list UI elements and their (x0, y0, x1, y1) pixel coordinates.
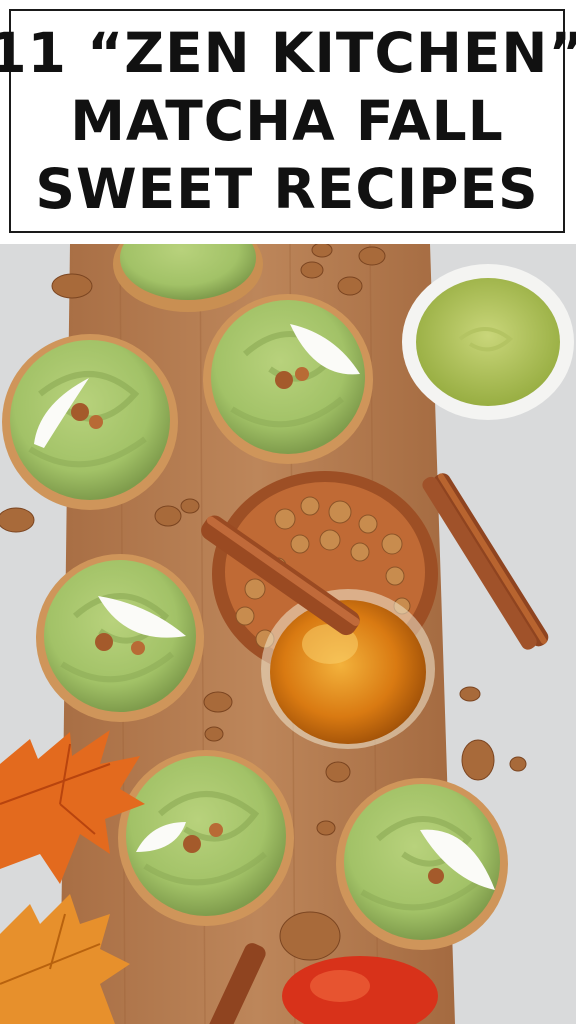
matcha-dip-bowl (402, 264, 574, 420)
food-photo (0, 244, 576, 1024)
cupcake-middle-left (36, 554, 204, 722)
title-line-1: 11 “ZEN KITCHEN” (0, 21, 576, 85)
cupcake-bottom-center (118, 750, 294, 926)
pin-image: 11 “ZEN KITCHEN” MATCHA FALL SWEET RECIP… (0, 0, 576, 1024)
cupcake-top-center (203, 294, 373, 464)
title-line-2: MATCHA FALL (70, 89, 504, 153)
cupcake-bottom-right (336, 778, 508, 950)
title-banner: 11 “ZEN KITCHEN” MATCHA FALL SWEET RECIP… (0, 9, 576, 233)
title-line-3: SWEET RECIPES (35, 157, 539, 221)
cupcake-top-left (2, 334, 178, 510)
